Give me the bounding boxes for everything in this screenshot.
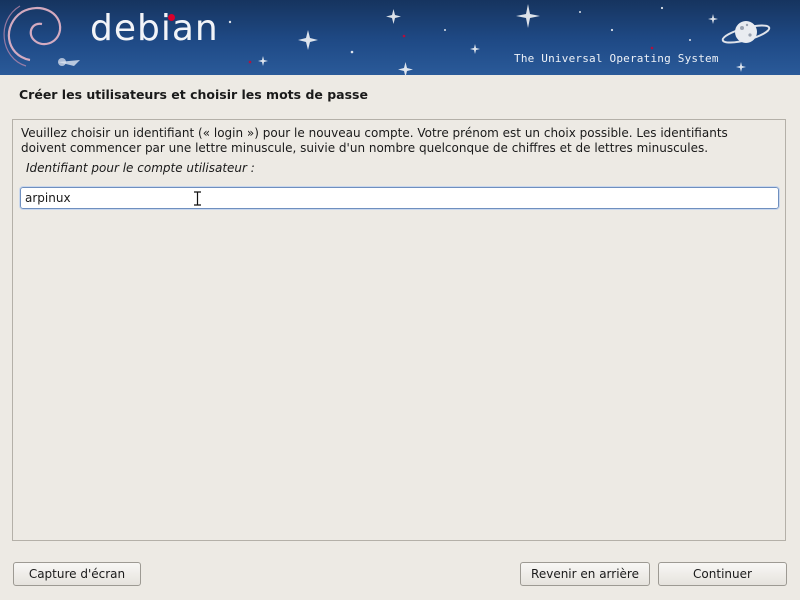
debian-banner: debian The Universal Operating System bbox=[0, 0, 800, 75]
logo-dot bbox=[168, 14, 175, 21]
username-field-label: Identifiant pour le compte utilisateur : bbox=[26, 161, 255, 175]
username-input[interactable]: arpinux bbox=[19, 186, 780, 210]
page-title: Créer les utilisateurs et choisir les mo… bbox=[19, 87, 368, 102]
text-cursor-icon bbox=[194, 191, 201, 206]
description: Veuillez choisir un identifiant (« login… bbox=[21, 126, 771, 156]
description-line-2: doivent commencer par une lettre minuscu… bbox=[21, 141, 709, 155]
back-button[interactable]: Revenir en arrière bbox=[520, 562, 650, 586]
continue-button[interactable]: Continuer bbox=[658, 562, 787, 586]
description-line-1: Veuillez choisir un identifiant (« login… bbox=[21, 126, 728, 140]
screenshot-button[interactable]: Capture d'écran bbox=[13, 562, 141, 586]
planet-icon bbox=[721, 21, 771, 44]
content-panel: Veuillez choisir un identifiant (« login… bbox=[12, 119, 786, 541]
tagline: The Universal Operating System bbox=[514, 52, 719, 65]
